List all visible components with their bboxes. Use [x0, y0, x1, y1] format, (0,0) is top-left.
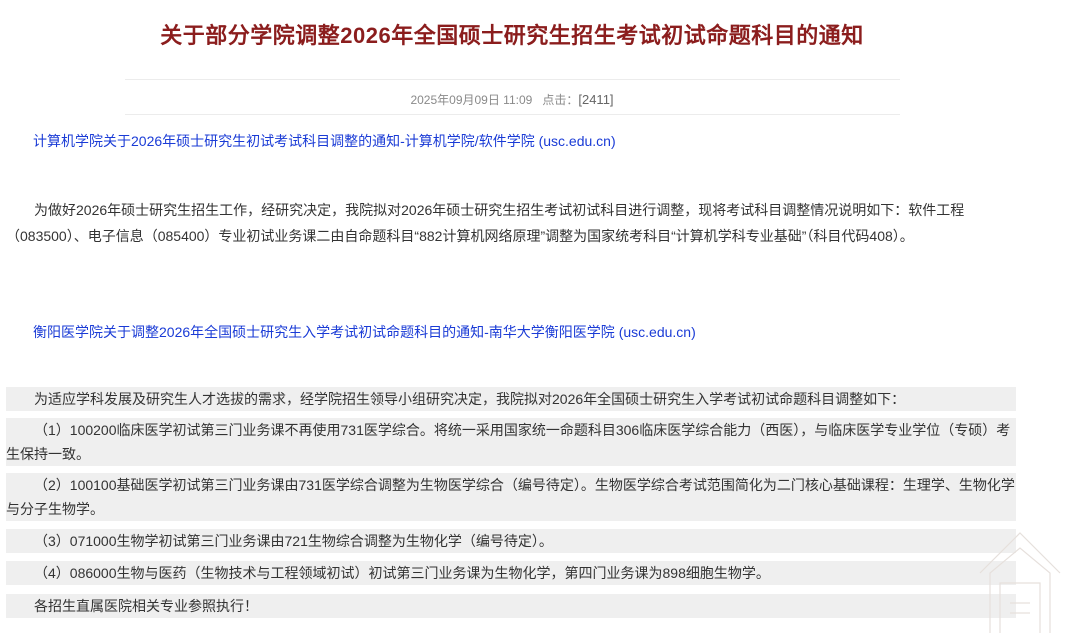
list-item: （1）100200临床医学初试第三门业务课不再使用731医学综合。将统一采用国家…	[6, 422, 1011, 462]
list-item: （2）100100基础医学初试第三门业务课由731医学综合调整为生物医学综合（编…	[6, 477, 1015, 517]
list-item: （4）086000生物与医药（生物技术与工程领域初试）初试第三门业务课为生物化学…	[34, 565, 770, 581]
medical-intro: 为适应学科发展及研究生人才选拔的需求，经学院招生领导小组研究决定，我院拟对202…	[34, 391, 906, 407]
cs-paragraph: 为做好2026年硕士研究生招生工作，经研究决定，我院拟对2026年硕士研究生招生…	[6, 202, 965, 244]
divider	[125, 114, 900, 115]
medical-notice-link[interactable]: 衡阳医学院关于调整2026年全国硕士研究生入学考试初试命题科目的通知-南华大学衡…	[33, 322, 696, 342]
closing-note: 各招生直属医院相关专业参照执行！	[34, 598, 258, 614]
clicks-label: 点击：	[542, 93, 579, 107]
divider	[125, 79, 900, 80]
publish-date: 2025年09月09日 11:09	[410, 93, 533, 107]
page-title: 关于部分学院调整2026年全国硕士研究生招生考试初试命题科目的通知	[160, 23, 864, 48]
article-meta: 2025年09月09日 11:09 点击：[2411]	[0, 91, 1024, 108]
list-item: （3）071000生物学初试第三门业务课由721生物综合调整为生物化学（编号待定…	[34, 533, 553, 549]
cs-notice-link[interactable]: 计算机学院关于2026年硕士研究生初试考试科目调整的通知-计算机学院/软件学院 …	[33, 131, 616, 151]
clicks-count: [2411]	[578, 92, 614, 107]
